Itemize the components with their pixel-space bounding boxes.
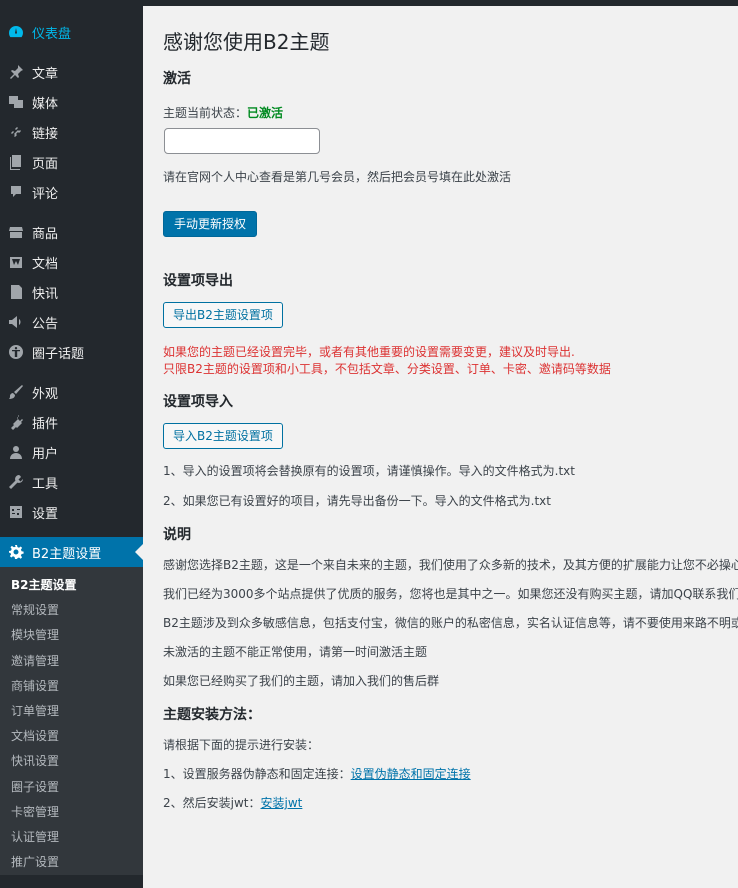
export-warning-2: 只限B2主题的设置项和小工具，不包括文章、分类设置、订单、卡密、邀请码等数据 bbox=[163, 362, 611, 376]
menu-docs[interactable]: 文档 bbox=[0, 247, 143, 277]
description-heading: 说明 bbox=[163, 527, 191, 543]
submenu-docs[interactable]: 文档设置 bbox=[0, 724, 143, 749]
store-icon bbox=[0, 217, 32, 247]
menu-label: 链接 bbox=[32, 126, 59, 142]
description-4: 未激活的主题不能正常使用，请第一时间激活主题 bbox=[163, 645, 428, 659]
submenu-promotion[interactable]: 推广设置 bbox=[0, 850, 143, 875]
document-icon bbox=[0, 247, 32, 277]
media-icon bbox=[0, 87, 32, 117]
admin-sidebar: 仪表盘 文章 媒体 链接 页面 评论 商品 文档 快讯 公告 圈子话题 外观 插… bbox=[0, 6, 143, 888]
menu-label: 圈子话题 bbox=[32, 346, 85, 362]
menu-pages[interactable]: 页面 bbox=[0, 147, 143, 177]
member-number-input[interactable] bbox=[164, 128, 320, 154]
submenu-b2-settings[interactable]: B2主题设置 bbox=[0, 573, 143, 598]
install-intro: 请根据下面的提示进行安装： bbox=[163, 738, 320, 752]
menu-circle-topics[interactable]: 圈子话题 bbox=[0, 337, 143, 367]
newsletter-icon bbox=[0, 277, 32, 307]
menu-label: 工具 bbox=[32, 476, 59, 492]
menu-links[interactable]: 链接 bbox=[0, 117, 143, 147]
menu-tools[interactable]: 工具 bbox=[0, 467, 143, 497]
menu-label: 页面 bbox=[32, 156, 59, 172]
megaphone-icon bbox=[0, 307, 32, 337]
menu-label: 外观 bbox=[32, 386, 59, 402]
menu-users[interactable]: 用户 bbox=[0, 437, 143, 467]
pin-icon bbox=[0, 57, 32, 87]
install-step-1-text: 1、设置服务器伪静态和固定连接： bbox=[163, 767, 351, 781]
menu-label: 媒体 bbox=[32, 96, 59, 112]
description-1: 感谢您选择B2主题，这是一个来自未来的主题，我们使用了众多新的技术，及其方便的扩… bbox=[163, 558, 738, 572]
user-icon bbox=[0, 437, 32, 467]
gear-icon bbox=[0, 537, 32, 567]
menu-label: 文章 bbox=[32, 66, 59, 82]
import-note-2: 2、如果您已有设置好的项目，请先导出备份一下。导入的文件格式为.txt bbox=[163, 494, 551, 508]
menu-posts[interactable]: 文章 bbox=[0, 57, 143, 87]
import-settings-button[interactable]: 导入B2主题设置项 bbox=[163, 423, 283, 449]
menu-media[interactable]: 媒体 bbox=[0, 87, 143, 117]
import-heading: 设置项导入 bbox=[163, 394, 233, 410]
status-badge: 已激活 bbox=[247, 106, 284, 120]
submenu-verification[interactable]: 认证管理 bbox=[0, 825, 143, 850]
export-heading: 设置项导出 bbox=[163, 273, 233, 289]
menu-news[interactable]: 快讯 bbox=[0, 277, 143, 307]
plugin-icon bbox=[0, 407, 32, 437]
submenu-news[interactable]: 快讯设置 bbox=[0, 749, 143, 774]
install-step-2-text: 2、然后安装jwt： bbox=[163, 796, 261, 810]
dashboard-icon bbox=[0, 17, 32, 47]
description-2: 我们已经为3000多个站点提供了优质的服务，您将也是其中之一。如果您还没有购买主… bbox=[163, 587, 738, 601]
import-note-1: 1、导入的设置项将会替换原有的设置项，请谨慎操作。导入的文件格式为.txt bbox=[163, 464, 575, 478]
menu-plugins[interactable]: 插件 bbox=[0, 407, 143, 437]
submenu-circles[interactable]: 圈子设置 bbox=[0, 775, 143, 800]
export-warning-1: 如果您的主题已经设置完毕，或者有其他重要的设置需要变更，建议及时导出. bbox=[163, 345, 575, 359]
b2-submenu: B2主题设置 常规设置 模块管理 邀请管理 商铺设置 订单管理 文档设置 快讯设… bbox=[0, 567, 143, 876]
settings-sliders-icon bbox=[0, 497, 32, 527]
menu-label: 商品 bbox=[32, 226, 59, 242]
submenu-general[interactable]: 常规设置 bbox=[0, 598, 143, 623]
brush-icon bbox=[0, 377, 32, 407]
menu-announcements[interactable]: 公告 bbox=[0, 307, 143, 337]
page-title: 感谢您使用B2主题 bbox=[163, 30, 330, 54]
accessibility-icon bbox=[0, 337, 32, 367]
menu-label: 设置 bbox=[32, 506, 59, 522]
submenu-orders[interactable]: 订单管理 bbox=[0, 699, 143, 724]
menu-label: 公告 bbox=[32, 316, 59, 332]
menu-comments[interactable]: 评论 bbox=[0, 177, 143, 207]
export-settings-button[interactable]: 导出B2主题设置项 bbox=[163, 302, 283, 328]
link-icon bbox=[0, 117, 32, 147]
submenu-shop[interactable]: 商铺设置 bbox=[0, 674, 143, 699]
page-icon bbox=[0, 147, 32, 177]
menu-label: 插件 bbox=[32, 416, 59, 432]
install-step-1: 1、设置服务器伪静态和固定连接：设置伪静态和固定连接 bbox=[163, 765, 471, 782]
menu-label: 评论 bbox=[32, 186, 59, 202]
menu-label: B2主题设置 bbox=[32, 546, 102, 562]
status-label: 主题当前状态： bbox=[163, 106, 248, 120]
description-3: B2主题涉及到众多敏感信息，包括支付宝，微信的账户的私密信息，实名认证信息等，请… bbox=[163, 616, 738, 630]
wrench-icon bbox=[0, 467, 32, 497]
description-5: 如果您已经购买了我们的主题，请加入我们的售后群 bbox=[163, 674, 440, 688]
activate-hint: 请在官网个人中心查看是第几号会员，然后把会员号填在此处激活 bbox=[163, 170, 512, 184]
menu-products[interactable]: 商品 bbox=[0, 217, 143, 247]
menu-b2-theme-settings[interactable]: B2主题设置 bbox=[0, 537, 143, 567]
menu-label: 仪表盘 bbox=[32, 26, 72, 42]
menu-settings[interactable]: 设置 bbox=[0, 497, 143, 527]
activate-heading: 激活 bbox=[163, 71, 191, 87]
status-line: 主题当前状态：已激活 bbox=[163, 104, 283, 121]
menu-label: 用户 bbox=[32, 446, 59, 462]
install-heading: 主题安装方法： bbox=[163, 707, 261, 723]
install-step-2: 2、然后安装jwt：安装jwt bbox=[163, 794, 302, 811]
submenu-cards[interactable]: 卡密管理 bbox=[0, 800, 143, 825]
rewrite-permalink-link[interactable]: 设置伪静态和固定连接 bbox=[351, 767, 471, 781]
submenu-modules[interactable]: 模块管理 bbox=[0, 623, 143, 648]
install-jwt-link[interactable]: 安装jwt bbox=[261, 796, 303, 810]
menu-dashboard[interactable]: 仪表盘 bbox=[0, 17, 143, 47]
menu-appearance[interactable]: 外观 bbox=[0, 377, 143, 407]
comment-icon bbox=[0, 177, 32, 207]
menu-label: 快讯 bbox=[32, 286, 59, 302]
submenu-invites[interactable]: 邀请管理 bbox=[0, 649, 143, 674]
update-license-button[interactable]: 手动更新授权 bbox=[163, 211, 258, 237]
main-content: 感谢您使用B2主题 激活 主题当前状态：已激活 请在官网个人中心查看是第几号会员… bbox=[163, 6, 738, 888]
menu-label: 文档 bbox=[32, 256, 59, 272]
